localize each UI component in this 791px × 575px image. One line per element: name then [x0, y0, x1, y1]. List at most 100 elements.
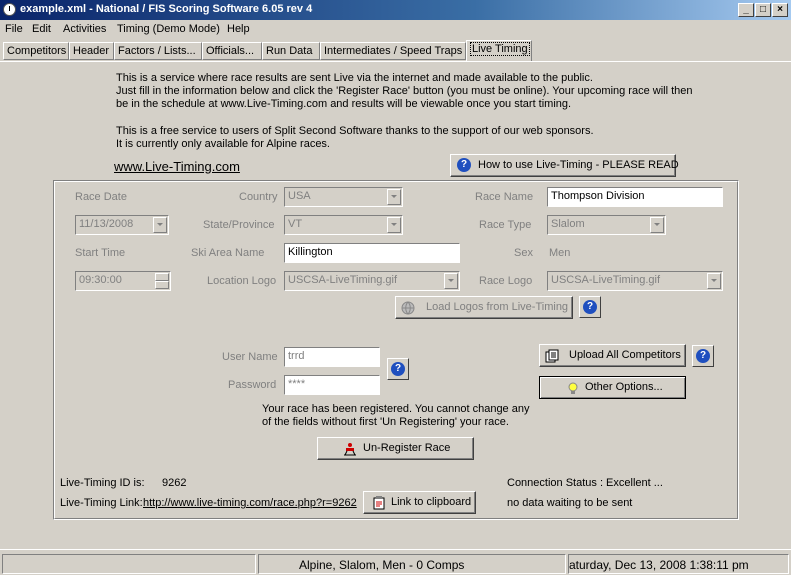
menu-bar: File Edit Activities Timing (Demo Mode) … — [0, 20, 791, 39]
upload-competitors-button[interactable]: Upload All Competitors — [539, 344, 686, 367]
start-time-value: 09:30:00 — [79, 274, 122, 286]
race-logo-select[interactable]: USCSA-LiveTiming.gif — [547, 271, 723, 291]
user-name-input[interactable]: trrd — [284, 347, 380, 367]
chevron-down-icon[interactable] — [444, 273, 458, 289]
password-value: **** — [288, 378, 306, 390]
skier-gate-icon — [344, 443, 356, 456]
chevron-down-icon[interactable] — [707, 273, 721, 289]
status-race-info: Alpine, Slalom, Men - 0 Comps — [299, 558, 465, 572]
tab-label: Factors / Lists... — [118, 45, 196, 57]
tab-factors-lists[interactable]: Factors / Lists... — [114, 42, 202, 60]
unregister-race-label: Un-Register Race — [363, 442, 451, 454]
connection-status: Connection Status : Excellent ... — [507, 477, 663, 489]
maximize-button[interactable]: □ — [755, 3, 771, 17]
tab-label: Run Data — [266, 45, 313, 57]
sex-value: Men — [549, 247, 571, 259]
intro-line-4: This is a free service to users of Split… — [116, 125, 594, 137]
tab-run-data[interactable]: Run Data — [262, 42, 320, 60]
other-options-button[interactable]: Other Options... — [539, 376, 686, 399]
chevron-down-icon[interactable] — [387, 217, 401, 233]
start-time-label: Start Time — [75, 247, 126, 259]
menu-file[interactable]: File — [5, 23, 23, 35]
tab-label: Competitors — [7, 45, 67, 57]
window-title: example.xml - National / FIS Scoring Sof… — [20, 3, 313, 15]
password-input[interactable]: **** — [284, 375, 380, 395]
load-logos-label: Load Logos from Live-Timing — [426, 301, 569, 313]
live-timing-id-label: Live-Timing ID is: — [60, 477, 145, 489]
how-to-use-label: How to use Live-Timing - PLEASE READ — [478, 159, 679, 171]
queue-status: no data waiting to be sent — [507, 497, 633, 509]
password-label: Password — [228, 379, 277, 391]
country-label: Country — [239, 191, 278, 203]
menu-activities[interactable]: Activities — [63, 23, 106, 35]
upload-help-button[interactable]: ? — [692, 345, 714, 367]
help-icon: ? — [696, 349, 710, 363]
credentials-help-button[interactable]: ? — [387, 358, 409, 380]
tab-competitors[interactable]: Competitors — [3, 42, 69, 60]
tab-officials[interactable]: Officials... — [202, 42, 262, 60]
state-label: State/Province — [203, 219, 275, 231]
minimize-button[interactable]: _ — [738, 3, 754, 17]
link-to-clipboard-button[interactable]: Link to clipboard — [363, 491, 476, 514]
race-name-label: Race Name — [475, 191, 534, 203]
user-name-value: trrd — [288, 350, 305, 362]
help-icon: ? — [391, 362, 405, 376]
status-bar: Alpine, Slalom, Men - 0 Comps aturday, D… — [0, 549, 791, 575]
ski-area-label: Ski Area Name — [191, 247, 265, 259]
spinner-icon[interactable] — [155, 273, 169, 289]
live-timing-id-value: 9262 — [162, 477, 187, 489]
state-select[interactable]: VT — [284, 215, 403, 235]
help-icon: ? — [583, 300, 597, 314]
title-bar: example.xml - National / FIS Scoring Sof… — [0, 0, 791, 20]
race-type-value: Slalom — [551, 218, 585, 230]
tab-strip: Competitors Header Factors / Lists... Of… — [0, 39, 791, 61]
load-logos-help-button[interactable]: ? — [579, 296, 601, 318]
clipboard-icon — [373, 496, 385, 510]
race-logo-label: Race Logo — [479, 275, 533, 287]
live-timing-link[interactable]: http://www.live-timing.com/race.php?r=92… — [143, 497, 357, 509]
other-options-label: Other Options... — [585, 381, 663, 393]
start-time-field[interactable]: 09:30:00 — [75, 271, 171, 291]
race-type-label: Race Type — [479, 219, 532, 231]
menu-timing[interactable]: Timing (Demo Mode) — [117, 23, 220, 35]
location-logo-select[interactable]: USCSA-LiveTiming.gif — [284, 271, 460, 291]
race-name-value: Thompson Division — [551, 190, 645, 202]
clock-icon[interactable] — [3, 3, 16, 16]
lightbulb-icon — [568, 382, 578, 394]
race-name-input[interactable]: Thompson Division — [547, 187, 723, 207]
chevron-down-icon[interactable] — [650, 217, 664, 233]
tab-label: Officials... — [206, 45, 255, 57]
chevron-down-icon[interactable] — [387, 189, 401, 205]
registered-message-2: of the fields without first 'Un Register… — [262, 416, 509, 428]
location-logo-label: Location Logo — [207, 275, 277, 287]
how-to-use-button[interactable]: ? How to use Live-Timing - PLEASE READ — [450, 154, 679, 177]
race-date-value: 11/13/2008 — [79, 218, 134, 230]
ski-area-input[interactable]: Killington — [284, 243, 460, 263]
race-date-picker[interactable]: 11/13/2008 — [75, 215, 169, 235]
menu-help[interactable]: Help — [227, 23, 250, 35]
tab-label: Header — [73, 45, 110, 57]
menu-edit[interactable]: Edit — [32, 23, 51, 35]
link-to-clipboard-label: Link to clipboard — [391, 496, 472, 508]
close-button[interactable]: × — [772, 3, 788, 17]
location-logo-value: USCSA-LiveTiming.gif — [288, 274, 398, 286]
country-select[interactable]: USA — [284, 187, 403, 207]
unregister-race-button[interactable]: Un-Register Race — [317, 437, 474, 460]
registered-message-1: Your race has been registered. You canno… — [262, 403, 530, 415]
status-datetime: aturday, Dec 13, 2008 1:38:11 pm — [569, 558, 749, 572]
tab-label: Live Timing — [470, 42, 530, 56]
status-pane-race: Alpine, Slalom, Men - 0 Comps — [258, 554, 566, 574]
help-icon: ? — [454, 155, 474, 175]
tab-live-timing[interactable]: Live Timing — [466, 40, 532, 61]
tab-intermediates[interactable]: Intermediates / Speed Traps — [320, 42, 466, 60]
chevron-down-icon[interactable] — [153, 217, 167, 233]
intro-line-1: This is a service where race results are… — [116, 72, 593, 84]
race-type-select[interactable]: Slalom — [547, 215, 666, 235]
tab-label: Intermediates / Speed Traps — [324, 45, 463, 57]
load-logos-button[interactable]: Load Logos from Live-Timing — [395, 296, 573, 319]
country-value: USA — [288, 190, 311, 202]
live-timing-site-link[interactable]: www.Live-Timing.com — [114, 159, 240, 174]
status-pane-datetime: aturday, Dec 13, 2008 1:38:11 pm — [568, 554, 789, 574]
status-pane-empty — [2, 554, 256, 574]
tab-header[interactable]: Header — [69, 42, 114, 60]
